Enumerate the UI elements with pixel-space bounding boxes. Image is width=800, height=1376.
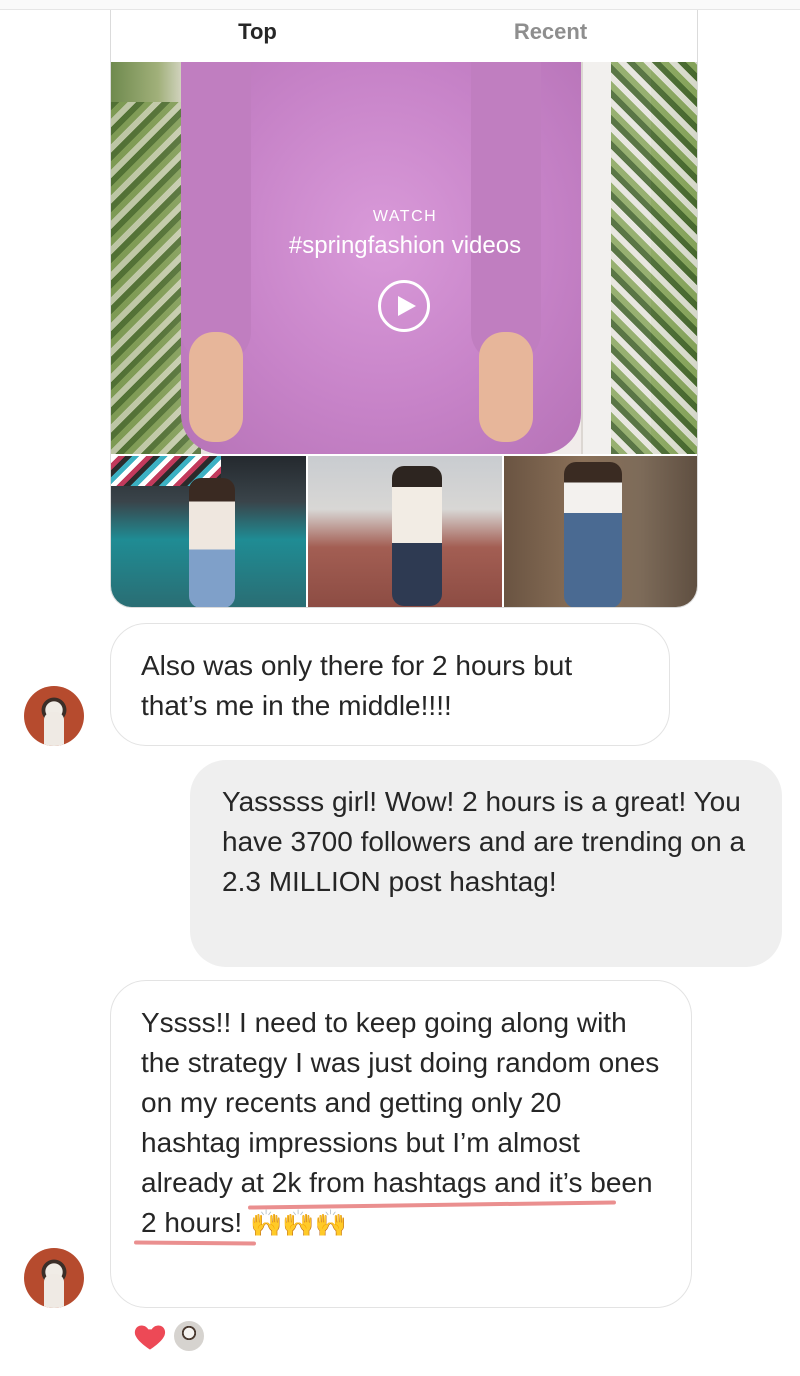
thumbnail-1[interactable]	[111, 456, 306, 607]
avatar[interactable]	[24, 686, 84, 746]
heart-icon[interactable]	[132, 1318, 168, 1354]
message-received[interactable]: Also was only there for 2 hours but that…	[110, 623, 670, 746]
avatar[interactable]	[24, 1248, 84, 1308]
thumbnail-2[interactable]	[307, 456, 503, 607]
person-figure	[391, 466, 442, 606]
thumbnail-3[interactable]	[504, 456, 697, 607]
watch-label: WATCH	[372, 208, 438, 225]
message-text: Also was only there for 2 hours but that…	[141, 650, 573, 721]
message-sent[interactable]: Yasssss girl! Wow! 2 hours is a great! Y…	[190, 760, 782, 967]
message-reactions[interactable]	[132, 1318, 206, 1354]
play-icon	[398, 296, 416, 316]
reactor-avatar	[172, 1319, 206, 1353]
shared-post-card[interactable]: Top Recent WATCH #springfashion videos	[110, 10, 698, 608]
tab-bar: Top Recent	[111, 10, 697, 62]
video-preview[interactable]: WATCH #springfashion videos	[111, 62, 697, 454]
tab-recent[interactable]: Recent	[404, 10, 697, 62]
thumbnail-strip	[111, 456, 697, 607]
left-hand	[189, 332, 243, 442]
right-hand	[479, 332, 533, 442]
person-figure	[189, 478, 235, 607]
play-button[interactable]	[378, 280, 430, 332]
tab-top[interactable]: Top	[111, 10, 404, 62]
raised-hands-emoji: 🙌🙌🙌	[249, 1209, 348, 1239]
message-received[interactable]: Yssss!! I need to keep going along with …	[110, 980, 692, 1308]
watch-title: #springfashion videos	[288, 232, 522, 259]
message-text: Yasssss girl! Wow! 2 hours is a great! Y…	[222, 786, 746, 897]
top-divider	[0, 0, 800, 10]
person-figure	[564, 462, 623, 607]
